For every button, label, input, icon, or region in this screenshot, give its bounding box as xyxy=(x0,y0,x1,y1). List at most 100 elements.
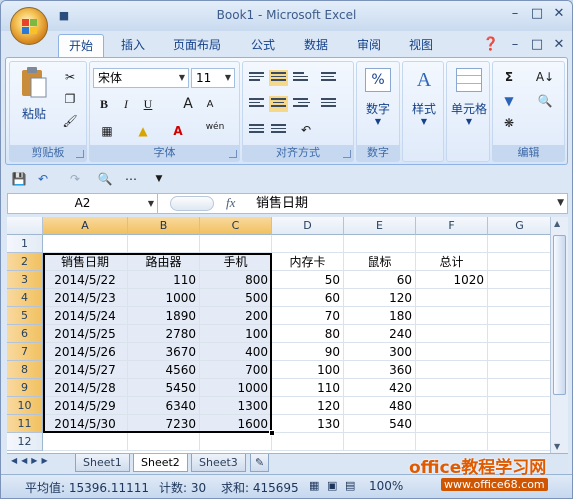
formula-input[interactable]: 销售日期 xyxy=(256,194,308,213)
italic-button[interactable]: I xyxy=(116,95,136,114)
table-cell[interactable]: 200 xyxy=(200,307,272,325)
table-cell[interactable]: 700 xyxy=(200,361,272,379)
table-cell[interactable]: 1000 xyxy=(200,379,272,397)
cut-icon[interactable]: ✂ xyxy=(60,68,80,87)
borders-icon[interactable]: ▦ xyxy=(94,122,120,141)
table-cell[interactable]: 3670 xyxy=(128,343,200,361)
column-header-F[interactable]: F xyxy=(416,217,488,235)
table-cell[interactable] xyxy=(416,433,488,451)
table-cell[interactable] xyxy=(416,415,488,433)
table-cell[interactable]: 400 xyxy=(200,343,272,361)
ribbon-restore-button[interactable]: □ xyxy=(527,36,547,54)
table-cell[interactable] xyxy=(488,307,552,325)
align-bottom-icon[interactable] xyxy=(291,70,310,86)
table-cell[interactable] xyxy=(344,235,416,253)
paste-button[interactable]: 粘贴 xyxy=(16,66,52,126)
table-cell[interactable]: 2014/5/23 xyxy=(43,289,128,307)
sheet-tab-1[interactable]: Sheet1 xyxy=(75,454,130,472)
table-cell[interactable]: 2014/5/25 xyxy=(43,325,128,343)
table-cell[interactable]: 2014/5/27 xyxy=(43,361,128,379)
table-cell[interactable]: 6340 xyxy=(128,397,200,415)
table-cell[interactable]: 420 xyxy=(344,379,416,397)
align-top-icon[interactable] xyxy=(247,70,266,86)
table-cell[interactable]: 1000 xyxy=(128,289,200,307)
redo-icon[interactable]: ↷ xyxy=(65,170,85,189)
header-cell[interactable]: 手机 xyxy=(200,253,272,271)
tab-insert[interactable]: 插入 xyxy=(111,34,155,57)
column-header-G[interactable]: G xyxy=(488,217,552,235)
increase-indent-icon[interactable] xyxy=(269,122,288,138)
decrease-indent-icon[interactable] xyxy=(247,122,266,138)
row-header-5[interactable]: 5 xyxy=(7,307,43,325)
row-header-3[interactable]: 3 xyxy=(7,271,43,289)
bold-button[interactable]: B xyxy=(94,95,114,114)
table-cell[interactable]: 120 xyxy=(272,397,344,415)
table-cell[interactable]: 60 xyxy=(272,289,344,307)
name-box[interactable]: A2 ▼ xyxy=(8,194,158,213)
row-header-2[interactable]: 2 xyxy=(7,253,43,271)
table-cell[interactable] xyxy=(416,325,488,343)
undo-icon[interactable]: ↶ xyxy=(33,170,53,189)
clear-icon[interactable]: ❋ xyxy=(499,114,519,133)
font-dialog-launcher[interactable] xyxy=(229,150,237,158)
merge-center-icon[interactable] xyxy=(319,96,338,112)
header-cell[interactable]: 销售日期 xyxy=(43,253,128,271)
row-header-11[interactable]: 11 xyxy=(7,415,43,433)
font-color-icon[interactable]: A xyxy=(166,122,190,141)
table-cell[interactable] xyxy=(488,343,552,361)
table-cell[interactable]: 2780 xyxy=(128,325,200,343)
font-name-select[interactable]: 宋体 ▼ xyxy=(93,68,189,88)
format-painter-icon[interactable]: 🖌 xyxy=(60,112,80,131)
zoom-level[interactable]: 100% xyxy=(369,479,403,493)
table-cell[interactable] xyxy=(488,415,552,433)
table-cell[interactable]: 2014/5/28 xyxy=(43,379,128,397)
customize-qat-icon[interactable]: ▼ xyxy=(149,170,169,189)
table-cell[interactable]: 1300 xyxy=(200,397,272,415)
tab-formulas[interactable]: 公式 xyxy=(241,34,285,57)
tab-view[interactable]: 视图 xyxy=(399,34,443,57)
table-cell[interactable] xyxy=(416,307,488,325)
table-cell[interactable]: 90 xyxy=(272,343,344,361)
page-layout-view-icon[interactable]: ▣ xyxy=(327,479,337,492)
table-cell[interactable] xyxy=(200,235,272,253)
table-cell[interactable] xyxy=(488,289,552,307)
align-left-icon[interactable] xyxy=(247,96,266,112)
scroll-down-icon[interactable]: ▼ xyxy=(554,442,560,451)
text-orientation-icon[interactable] xyxy=(319,70,338,86)
print-preview-icon[interactable]: 🔍 xyxy=(95,170,115,189)
normal-view-icon[interactable]: ▦ xyxy=(309,479,319,492)
row-header-1[interactable]: 1 xyxy=(7,235,43,253)
table-cell[interactable]: 4560 xyxy=(128,361,200,379)
table-cell[interactable] xyxy=(416,289,488,307)
find-select-icon[interactable]: 🔍 xyxy=(531,92,559,111)
table-cell[interactable]: 100 xyxy=(200,325,272,343)
header-cell[interactable]: 路由器 xyxy=(128,253,200,271)
header-cell[interactable]: 内存卡 xyxy=(272,253,344,271)
scroll-up-icon[interactable]: ▲ xyxy=(554,219,560,228)
table-cell[interactable] xyxy=(488,325,552,343)
table-cell[interactable]: 100 xyxy=(272,361,344,379)
clipboard-dialog-launcher[interactable] xyxy=(76,150,84,158)
cells-button[interactable]: 单元格 ▼ xyxy=(449,68,489,138)
row-header-4[interactable]: 4 xyxy=(7,289,43,307)
column-header-B[interactable]: B xyxy=(128,217,200,235)
table-cell[interactable] xyxy=(43,235,128,253)
office-button[interactable] xyxy=(10,7,48,45)
table-cell[interactable] xyxy=(128,433,200,451)
sheet-tab-2[interactable]: Sheet2 xyxy=(133,454,188,472)
table-cell[interactable] xyxy=(488,379,552,397)
column-header-E[interactable]: E xyxy=(344,217,416,235)
spreadsheet-grid[interactable]: A B C D E F G 1 2 3 4 5 6 7 8 9 10 11 12 销售日期 路由器 手机 内存卡 鼠标 总计 20… xyxy=(7,217,552,453)
table-cell[interactable]: 540 xyxy=(344,415,416,433)
table-cell[interactable]: 110 xyxy=(272,379,344,397)
tab-home[interactable]: 开始 xyxy=(58,34,105,57)
minimize-button[interactable]: – xyxy=(505,5,525,23)
table-cell[interactable]: 50 xyxy=(272,271,344,289)
table-cell[interactable]: 180 xyxy=(344,307,416,325)
table-cell[interactable] xyxy=(488,361,552,379)
table-cell[interactable] xyxy=(416,361,488,379)
page-break-view-icon[interactable]: ▤ xyxy=(345,479,355,492)
table-cell[interactable]: 110 xyxy=(128,271,200,289)
underline-button[interactable]: U xyxy=(138,95,158,114)
table-cell[interactable] xyxy=(43,433,128,451)
